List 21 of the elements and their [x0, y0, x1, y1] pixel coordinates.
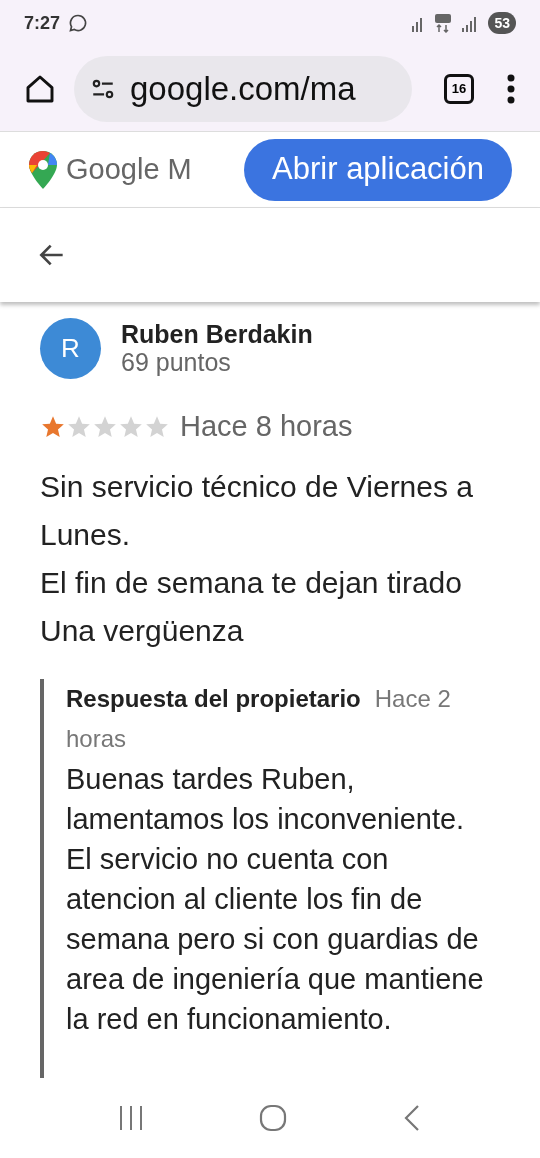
avatar[interactable]: R [40, 318, 101, 379]
address-bar[interactable]: google.com/ma [74, 55, 412, 122]
review-text: Sin servicio técnico de Viernes a Lunes. [40, 468, 474, 553]
reply-text: Buenas tardes Ruben, lamentamos los inconveniente. El servicio no cuenta con atencion al cliente los fin de semana pero si con guardias de area de ingeniería que mantiene la red en funcionamiento. [66, 761, 485, 1037]
review-text: Una vergüenza [40, 612, 245, 649]
author-name[interactable]: Ruben Berdakin [121, 321, 313, 349]
chat-bubble-icon [68, 13, 89, 33]
open-app-button[interactable]: Abrir aplicación [244, 138, 512, 201]
reply-header: Respuesta del propietario Hace 2 horas [66, 683, 452, 754]
status-time: 7:27 [24, 11, 61, 35]
mobile-data-icon [434, 13, 453, 33]
more-icon[interactable] [506, 73, 516, 104]
review-time: Hace 8 horas [180, 409, 353, 444]
review-text: El fin de semana te dejan tirado [40, 564, 463, 601]
home-button-icon[interactable] [258, 1103, 288, 1133]
tab-count-button[interactable]: 16 [444, 73, 474, 104]
battery-indicator: 53 [488, 12, 516, 34]
url-text: google.com/ma [130, 68, 356, 109]
map-pin-icon [28, 149, 58, 190]
brand-name: Google M [66, 151, 192, 187]
author-points: 69 puntos [121, 348, 232, 376]
